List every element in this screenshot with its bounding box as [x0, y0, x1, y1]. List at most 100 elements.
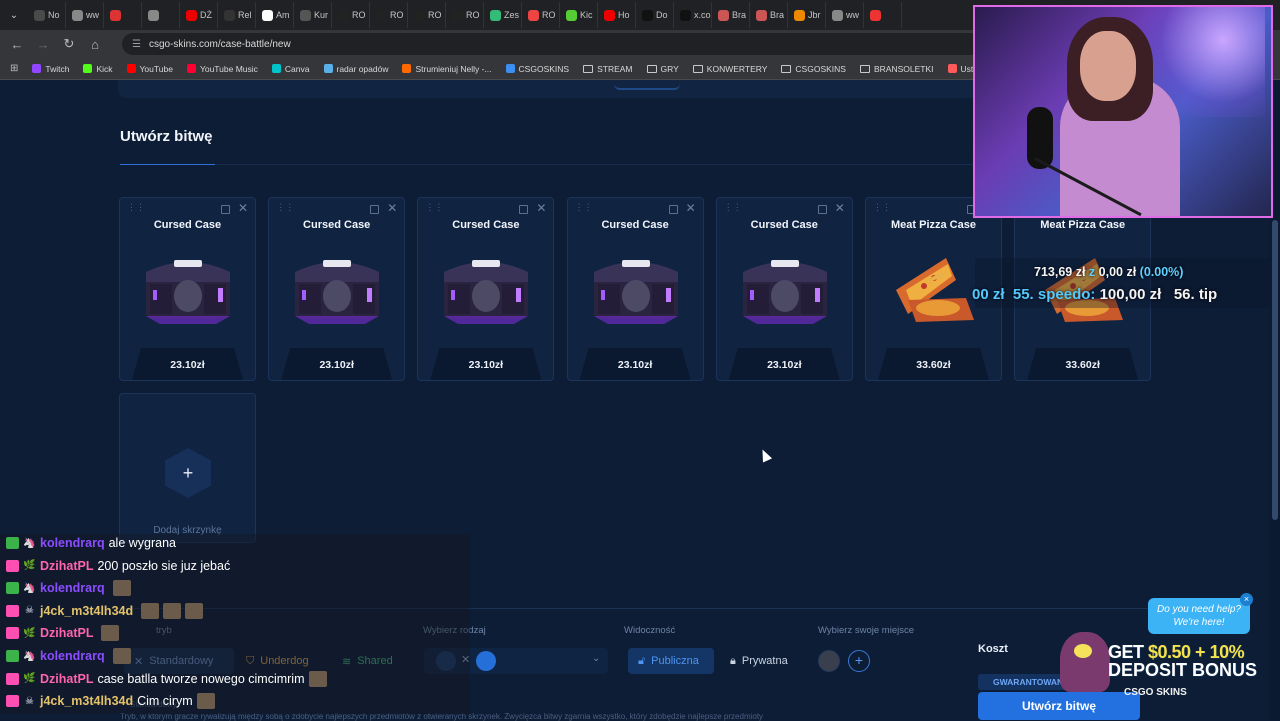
browser-tab[interactable]: x.co	[674, 2, 712, 28]
bookmark-favicon-icon	[271, 64, 281, 73]
browser-tab[interactable]: RO	[446, 2, 484, 28]
browser-tab[interactable]: RO	[408, 2, 446, 28]
tab-title: Do	[656, 10, 668, 20]
case-card[interactable]: ⋮⋮ ✕ Cursed Case 23.10zł	[566, 197, 704, 381]
close-icon[interactable]: ✕	[835, 201, 845, 215]
seat-avatar[interactable]	[818, 650, 840, 672]
bookmark-item[interactable]: CSGOSKINS	[781, 64, 846, 74]
browser-tab[interactable]	[142, 2, 180, 28]
close-icon[interactable]: ✕	[238, 201, 248, 215]
chat-username: j4ck_m3t4lh34d	[40, 694, 134, 709]
duplicate-icon[interactable]	[817, 205, 827, 214]
close-icon[interactable]: ✕	[387, 201, 397, 215]
tab-search-icon[interactable]: ⌄	[4, 5, 24, 25]
drag-handle-icon[interactable]: ⋮⋮	[724, 203, 742, 216]
chat-message: 🦄 kolendrarq	[6, 579, 131, 597]
cost-label: Koszt	[978, 643, 1008, 655]
apps-icon[interactable]: ⊞	[10, 63, 18, 74]
chat-message: 🌿 DzihatPL	[6, 624, 120, 642]
bookmark-item[interactable]: BRANSOLETKI	[859, 64, 934, 74]
chevron-down-icon: ⌄	[592, 653, 601, 664]
duplicate-icon[interactable]	[668, 205, 678, 214]
browser-tab[interactable]: Bra	[750, 2, 788, 28]
bookmark-item[interactable]: YouTube	[126, 64, 173, 74]
case-card[interactable]: ⋮⋮ ✕ Cursed Case 23.10zł	[119, 197, 256, 381]
browser-tab[interactable]: No	[28, 2, 66, 28]
reload-icon[interactable]: ↻	[62, 36, 76, 52]
bookmark-item[interactable]: KONWERTERY	[692, 64, 767, 74]
browser-tab[interactable]: DŻ	[180, 2, 218, 28]
case-price: 23.10zł	[132, 348, 243, 380]
home-icon[interactable]: ⌂	[88, 37, 102, 52]
browser-tab[interactable]: RO	[370, 2, 408, 28]
site-info-icon[interactable]: ☰	[132, 39, 141, 50]
browser-tab[interactable]: Bra	[712, 2, 750, 28]
browser-tab[interactable]: Jbr	[788, 2, 826, 28]
browser-tab[interactable]: ww	[826, 2, 864, 28]
bookmark-favicon-icon	[83, 64, 93, 73]
bookmark-item[interactable]: Strumieniuj Nelly -...	[402, 64, 492, 74]
plus-icon[interactable]: +	[165, 448, 211, 498]
add-case-button[interactable]: + Dodaj skrzynkę	[119, 393, 256, 543]
back-icon[interactable]: ←	[10, 37, 24, 52]
tab-favicon-icon	[262, 9, 273, 21]
bookmark-item[interactable]: Twitch	[32, 64, 69, 74]
unlock-icon: 🔓︎	[638, 654, 646, 667]
duplicate-icon[interactable]	[370, 205, 380, 214]
close-icon[interactable]: ✕	[686, 201, 696, 215]
close-icon[interactable]: ×	[1240, 593, 1253, 606]
close-icon[interactable]: ✕	[536, 201, 546, 215]
visibility-private-button[interactable]: 🔒︎ Prywatna	[720, 648, 804, 674]
deposit-bonus-ad[interactable]: GET $0.50 + 10% DEPOSIT BONUS CSGO SKINS	[1060, 632, 1257, 702]
drag-handle-icon[interactable]: ⋮⋮	[276, 203, 294, 216]
team-b-avatar-icon	[476, 651, 496, 671]
bookmark-label: CSGOSKINS	[518, 63, 570, 74]
duplicate-icon[interactable]	[221, 205, 230, 214]
browser-tab[interactable]: Ho	[598, 2, 636, 28]
browser-tab[interactable]	[104, 2, 142, 28]
visibility-public-button[interactable]: 🔓︎ Publiczna	[628, 648, 714, 674]
bookmark-item[interactable]: YouTube Music	[186, 64, 258, 74]
browser-tab[interactable]: Do	[636, 2, 674, 28]
bookmark-item[interactable]: Kick	[83, 64, 113, 74]
case-card[interactable]: ⋮⋮ ✕ Cursed Case 23.10zł	[417, 197, 555, 381]
bookmark-item[interactable]: STREAM	[583, 64, 633, 74]
drag-handle-icon[interactable]: ⋮⋮	[575, 203, 593, 216]
seat-add-button[interactable]: +	[848, 650, 870, 672]
bookmark-label: Canva	[284, 63, 310, 74]
browser-tab[interactable]	[864, 2, 902, 28]
chat-username: kolendrarq	[40, 536, 105, 550]
browser-tab[interactable]: Kur	[294, 2, 332, 28]
bookmark-item[interactable]: GRY	[646, 64, 679, 74]
help-bubble[interactable]: Do you need help? We're here!	[1148, 598, 1250, 634]
drag-handle-icon[interactable]: ⋮⋮	[425, 203, 443, 216]
browser-tab[interactable]: Kic	[560, 2, 598, 28]
browser-tab[interactable]: Zes	[484, 2, 522, 28]
duplicate-icon[interactable]	[519, 205, 529, 214]
scrollbar-thumb[interactable]	[1272, 220, 1278, 520]
case-price: 23.10zł	[281, 348, 393, 380]
drag-handle-icon[interactable]: ⋮⋮	[127, 203, 145, 216]
case-card[interactable]: ⋮⋮ ✕ Cursed Case 23.10zł	[715, 197, 853, 381]
forward-icon[interactable]: →	[36, 37, 50, 52]
case-name: Cursed Case	[452, 219, 520, 231]
bookmark-item[interactable]: Canva	[271, 63, 310, 74]
chat-message: ☠ j4ck_m3t4lh34d Cim cirym	[6, 692, 215, 710]
visibility-private-label: Prywatna	[741, 655, 788, 667]
case-image	[588, 250, 684, 328]
browser-tab[interactable]: Am	[256, 2, 294, 28]
tab-title: RO	[428, 10, 442, 20]
case-price: 23.10zł	[579, 348, 691, 380]
browser-tab[interactable]: Rel	[218, 2, 256, 28]
case-name: Meat Pizza Case	[891, 219, 976, 231]
browser-tab[interactable]: RO	[522, 2, 560, 28]
bookmark-item[interactable]: radar opadów	[323, 64, 388, 74]
drag-handle-icon[interactable]: ⋮⋮	[873, 203, 891, 216]
seat-label: Wybierz swoje miejsce	[818, 625, 914, 636]
case-card[interactable]: ⋮⋮ ✕ Cursed Case 23.10zł	[268, 197, 406, 381]
browser-tab[interactable]: ww	[66, 2, 104, 28]
browser-tab[interactable]: RO	[332, 2, 370, 28]
address-bar[interactable]: ☰ csgo-skins.com/case-battle/new	[122, 33, 982, 55]
bookmark-item[interactable]: CSGOSKINS	[505, 63, 570, 74]
tab-favicon-icon	[72, 9, 83, 21]
